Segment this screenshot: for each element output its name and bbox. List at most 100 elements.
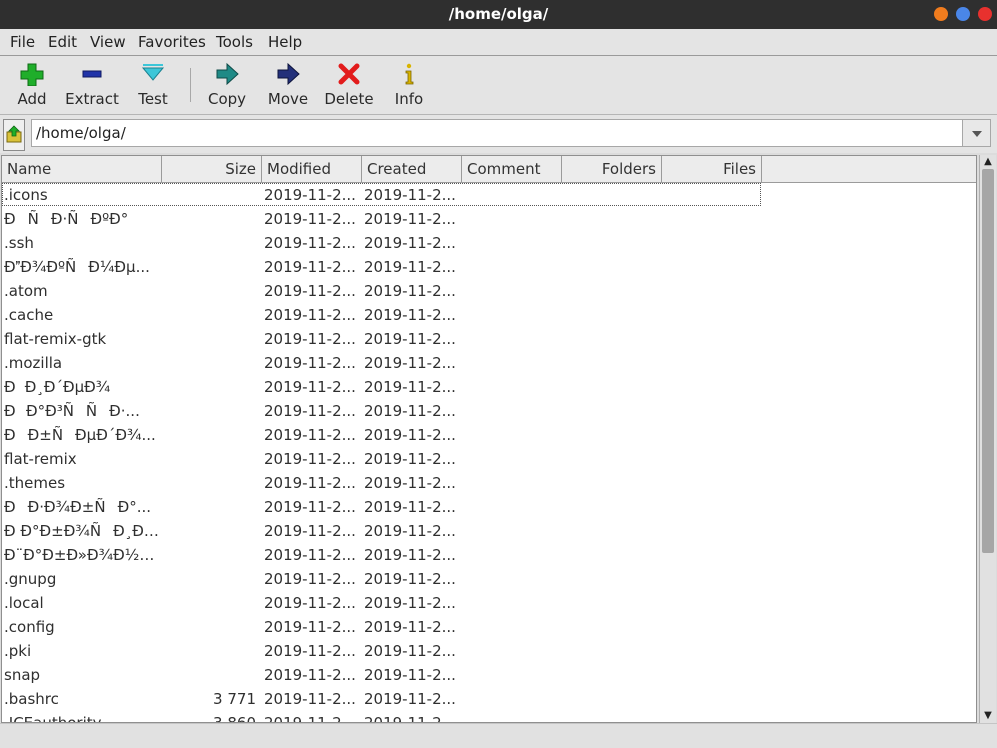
column-name[interactable]: Name [2,156,162,182]
cell-modified: 2019-11-2... [264,354,356,372]
table-row[interactable]: ÐÑÐ·ÑÐºÐ° 2019-11-2... 2019-11-2... [2,207,976,231]
cell-size [162,399,256,423]
column-comment[interactable]: Comment [462,156,562,182]
table-row[interactable]: .local 2019-11-2... 2019-11-2... [2,591,976,615]
move-label: Move [267,90,309,108]
copy-button[interactable]: Copy [199,56,255,112]
cell-size [162,279,256,303]
table-row[interactable]: ÐÐ·Ð¾Ð±ÑÐ°... 2019-11-2... 2019-11-2... [2,495,976,519]
file-list[interactable]: Name Size Modified Created Comment Folde… [1,155,977,723]
table-row[interactable]: .config 2019-11-2... 2019-11-2... [2,615,976,639]
column-folders[interactable]: Folders [562,156,662,182]
cell-created: 2019-11-2... [364,714,456,723]
table-row[interactable]: .mozilla 2019-11-2... 2019-11-2... [2,351,976,375]
address-input[interactable] [31,119,963,147]
cell-created: 2019-11-2... [364,282,456,300]
cell-created: 2019-11-2... [364,330,456,348]
cell-size [162,567,256,591]
window-title: /home/olga/ [448,5,549,23]
delete-button[interactable]: Delete [321,56,377,112]
delete-label: Delete [324,90,374,108]
info-label: Info [394,90,424,108]
cell-created: 2019-11-2... [364,210,456,228]
cell-size [162,543,256,567]
chevron-down-icon [972,131,982,137]
cell-modified: 2019-11-2... [264,570,356,588]
minimize-button[interactable] [934,7,948,21]
address-dropdown-button[interactable] [963,119,991,147]
cell-modified: 2019-11-2... [264,594,356,612]
check-chevron-icon [141,64,165,81]
address-bar [0,115,997,153]
cell-modified: 2019-11-2... [264,690,356,708]
add-button[interactable]: Add [4,56,60,112]
table-row[interactable]: .themes 2019-11-2... 2019-11-2... [2,471,976,495]
cell-modified: 2019-11-2... [264,666,356,684]
table-row[interactable]: snap 2019-11-2... 2019-11-2... [2,663,976,687]
move-button[interactable]: Move [260,56,316,112]
menu-tools[interactable]: Tools [216,33,253,51]
cell-modified: 2019-11-2... [264,258,356,276]
test-label: Test [138,90,168,108]
scroll-down-arrow-icon[interactable]: ▼ [982,710,994,722]
info-button[interactable]: Info [381,56,437,112]
column-created[interactable]: Created [362,156,462,182]
column-files[interactable]: Files [662,156,762,182]
cell-created: 2019-11-2... [364,690,456,708]
menu-file[interactable]: File [10,33,35,51]
menu-view[interactable]: View [90,33,126,51]
table-row[interactable]: .gnupg 2019-11-2... 2019-11-2... [2,567,976,591]
table-row[interactable]: .ICEauthority 3 860 2019-11-2... 2019-11-2.… [2,711,976,723]
table-row[interactable]: .icons 2019-11-2... 2019-11-2... [2,183,976,207]
cell-size [162,231,256,255]
cell-modified: 2019-11-2... [264,210,356,228]
cell-name: .config [4,618,55,636]
cell-size [162,447,256,471]
table-row[interactable]: .atom 2019-11-2... 2019-11-2... [2,279,976,303]
table-row[interactable]: .cache 2019-11-2... 2019-11-2... [2,303,976,327]
cell-created: 2019-11-2... [364,426,456,444]
cell-name: .bashrc [4,690,59,708]
table-row[interactable]: flat-remix 2019-11-2... 2019-11-2... [2,447,976,471]
title-bar: /home/olga/ [0,0,997,30]
column-size[interactable]: Size [162,156,262,182]
cell-created: 2019-11-2... [364,666,456,684]
cell-created: 2019-11-2... [364,570,456,588]
maximize-button[interactable] [956,7,970,21]
cell-modified: 2019-11-2... [264,330,356,348]
scrollbar-thumb[interactable] [982,169,994,553]
cell-size [162,351,256,375]
table-row[interactable]: ÐÐ°Ð³ÑÑÐ·... 2019-11-2... 2019-11-2... [2,399,976,423]
cell-name: .pki [4,642,32,660]
extract-button[interactable]: Extract [64,56,120,112]
table-row[interactable]: .bashrc 3 771 2019-11-2... 2019-11-2... [2,687,976,711]
cell-created: 2019-11-2... [364,474,456,492]
cell-modified: 2019-11-2... [264,642,356,660]
folder-up-button[interactable] [3,119,25,151]
table-row[interactable]: flat-remix-gtk 2019-11-2... 2019-11-2... [2,327,976,351]
cell-name: flat-remix-gtk [4,330,107,348]
folder-up-icon [6,125,22,143]
cell-name: flat-remix [4,450,77,468]
menu-favorites[interactable]: Favorites [138,33,206,51]
table-row[interactable]: .ssh 2019-11-2... 2019-11-2... [2,231,976,255]
cell-created: 2019-11-2... [364,234,456,252]
table-row[interactable]: ÐÐ¾ÐºÑÐ¼Ðµ... 2019-11-2... 2019-11-2... [2,255,976,279]
cell-name: .icons [4,186,48,204]
cell-modified: 2019-11-2... [264,402,356,420]
table-row[interactable]: .pki 2019-11-2... 2019-11-2... [2,639,976,663]
table-row[interactable]: ÐÐ±ÑÐµÐ´Ð¾... 2019-11-2... 2019-11-2... [2,423,976,447]
close-button[interactable] [978,7,992,21]
cell-name: Ð¨Ð°Ð±Ð»Ð¾Ð½Ñ [4,546,160,564]
table-row[interactable]: ÐÐ¸Ð´ÐµÐ¾ 2019-11-2... 2019-11-2... [2,375,976,399]
delete-x-icon [338,63,360,85]
test-button[interactable]: Test [125,56,181,112]
table-row[interactable]: Ð Ð°Ð±Ð¾ÑÐ¸Ð¹... 2019-11-2... 2019-11-2..… [2,519,976,543]
table-row[interactable]: Ð¨Ð°Ð±Ð»Ð¾Ð½Ñ 2019-11-2... 2019-11-2... [2,543,976,567]
menu-edit[interactable]: Edit [48,33,77,51]
column-modified[interactable]: Modified [262,156,362,182]
vertical-scrollbar[interactable]: ▲ ▼ [979,155,996,723]
menu-help[interactable]: Help [268,33,302,51]
scroll-up-arrow-icon[interactable]: ▲ [982,156,994,168]
add-label: Add [17,90,47,108]
